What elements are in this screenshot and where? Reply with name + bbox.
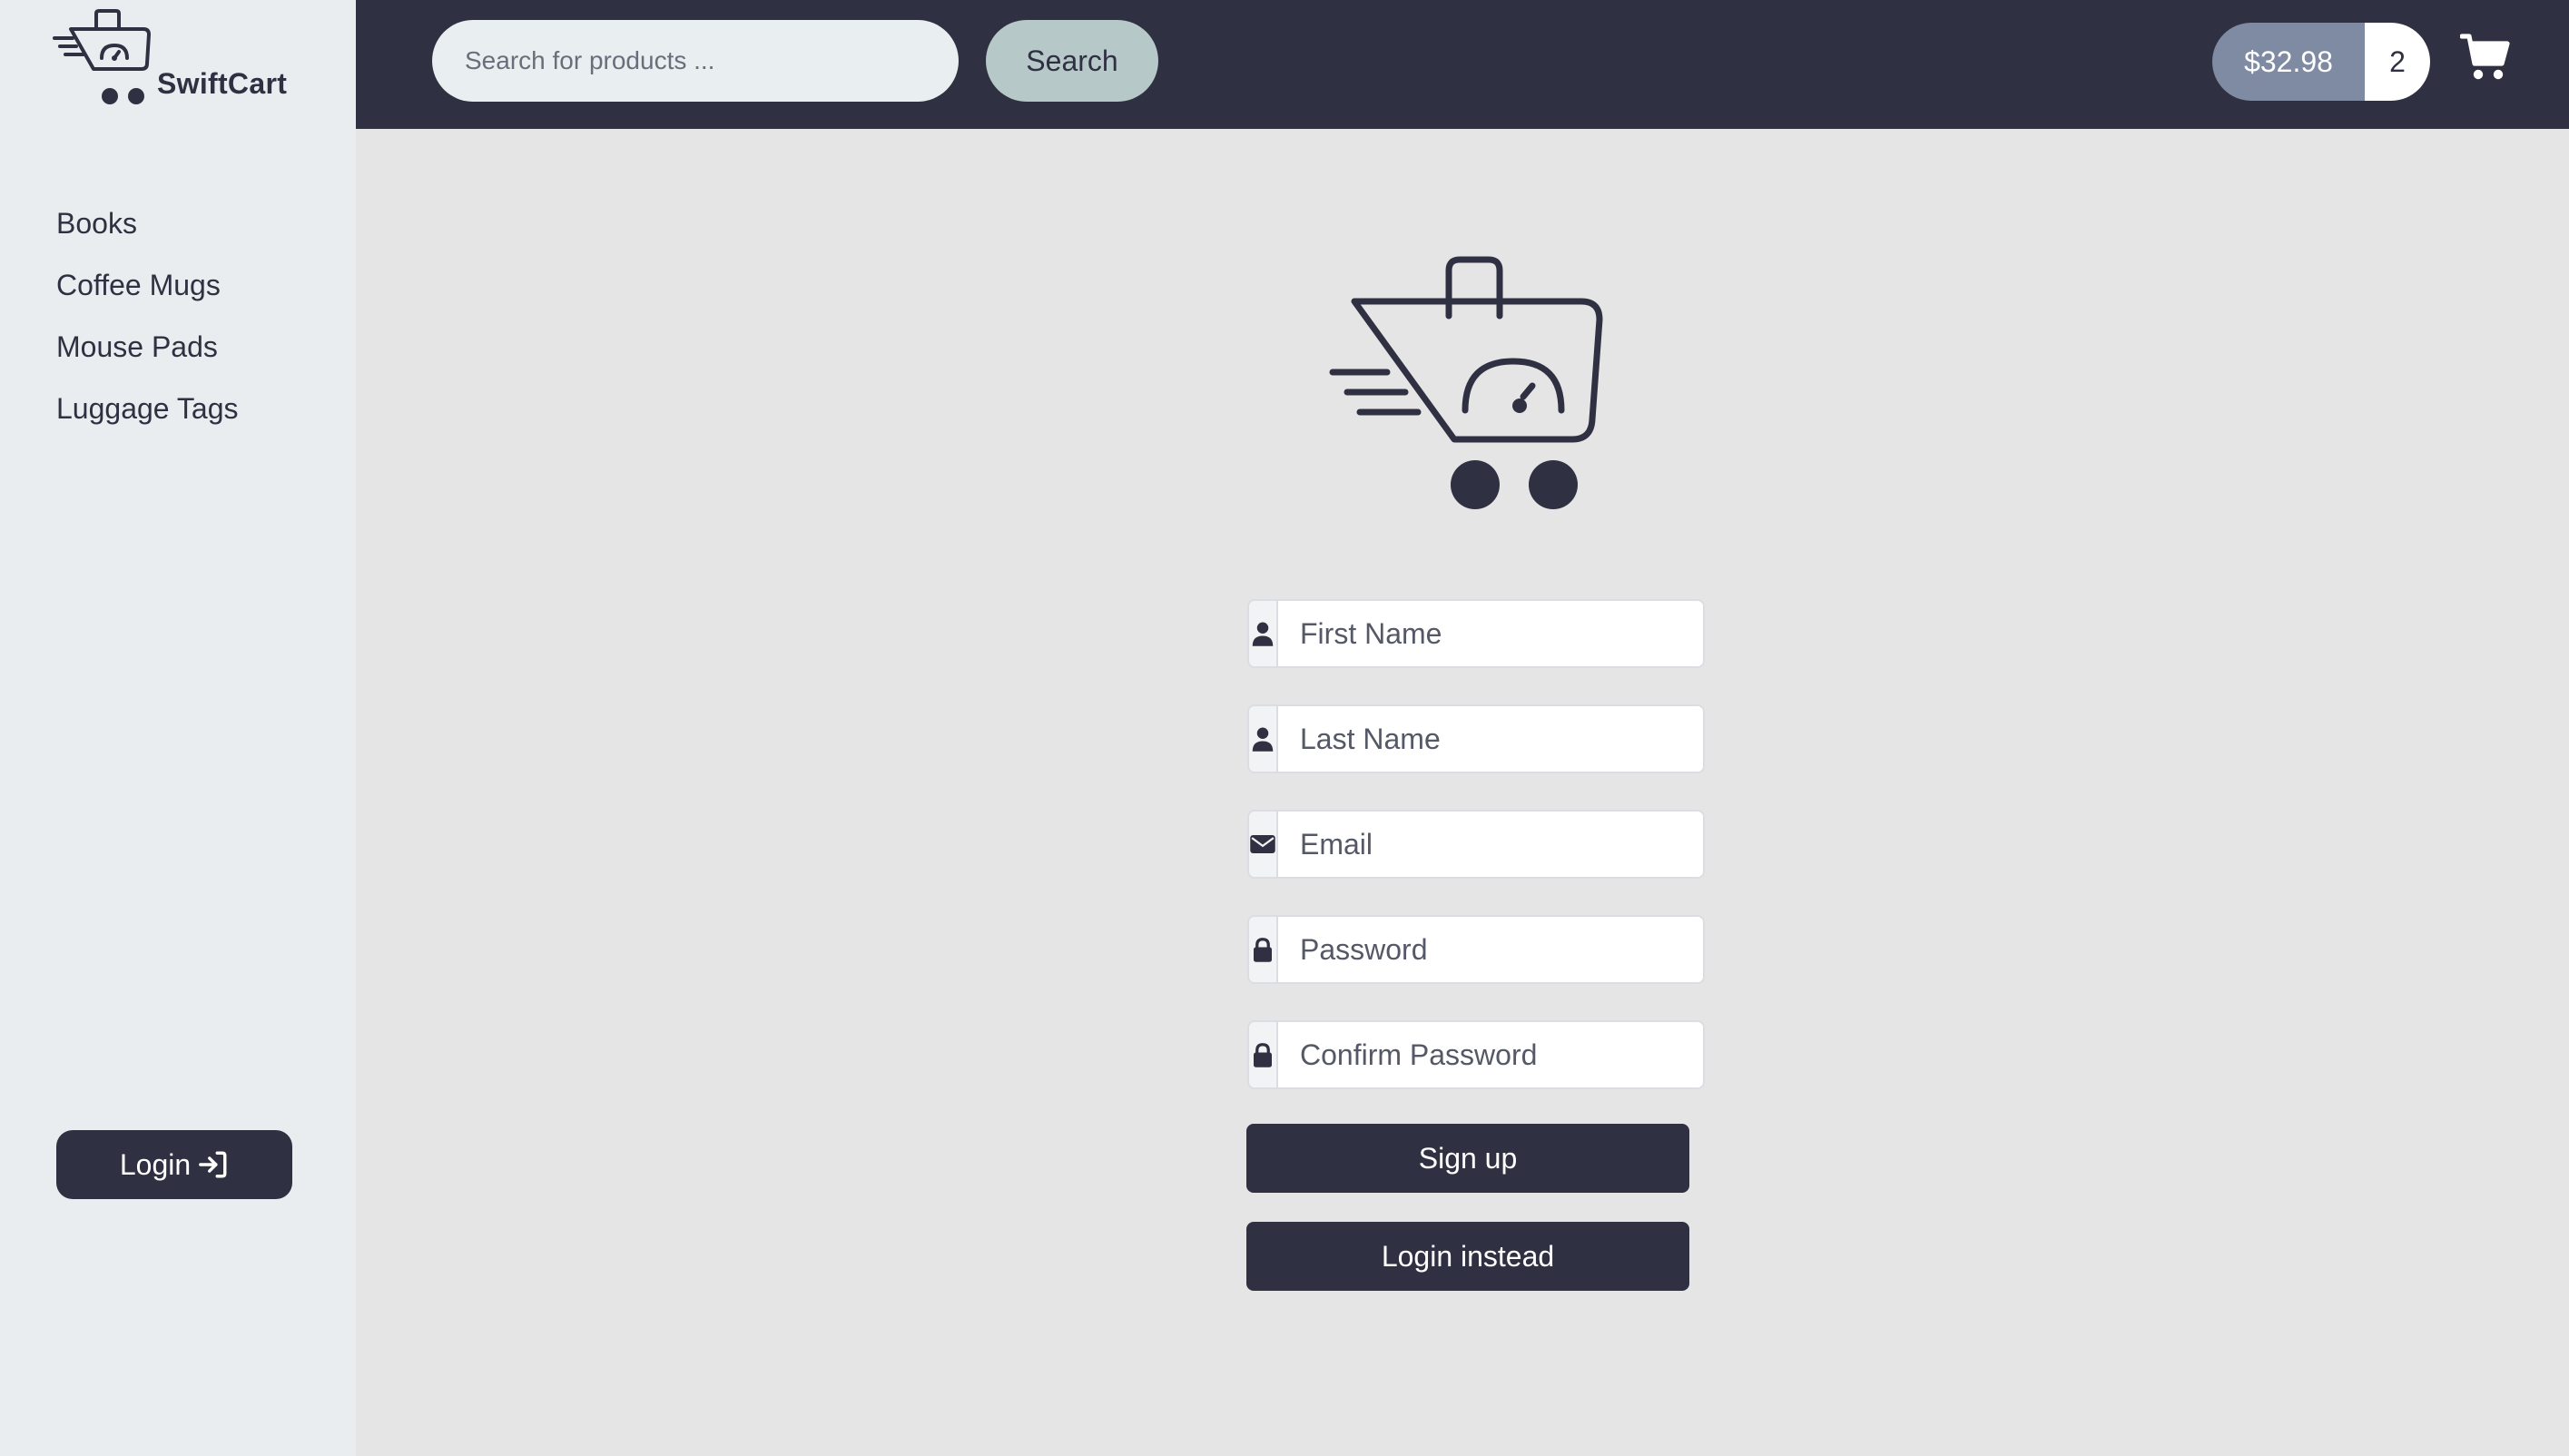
email-input[interactable] xyxy=(1278,810,1705,879)
sidebar-item-luggage-tags[interactable]: Luggage Tags xyxy=(56,387,238,448)
last-name-input[interactable] xyxy=(1278,704,1705,773)
brand-logo[interactable]: SwiftCart xyxy=(53,9,307,113)
lock-icon xyxy=(1247,1020,1278,1089)
email-field-group xyxy=(1247,810,1705,879)
hero-cart-logo-icon xyxy=(1329,256,1603,509)
sidebar-login-label: Login xyxy=(119,1147,192,1181)
top-bar: Search $32.98 2 xyxy=(356,0,2569,129)
sidebar-item-mouse-pads[interactable]: Mouse Pads xyxy=(56,325,238,387)
password-input[interactable] xyxy=(1278,915,1705,984)
last-name-field-group xyxy=(1247,704,1705,773)
first-name-input[interactable] xyxy=(1278,599,1705,668)
cart-total: $32.98 xyxy=(2212,23,2365,101)
app: SwiftCart Books Coffee Mugs Mouse Pads L… xyxy=(0,0,2569,1456)
envelope-icon xyxy=(1247,810,1278,879)
first-name-field-group xyxy=(1247,599,1705,668)
user-icon xyxy=(1247,599,1278,668)
user-icon xyxy=(1247,704,1278,773)
signup-button[interactable]: Sign up xyxy=(1246,1124,1689,1193)
cart-logo-icon xyxy=(53,9,151,104)
shopping-cart-icon[interactable] xyxy=(2460,33,2511,82)
search-input[interactable] xyxy=(432,20,959,102)
sidebar-item-coffee-mugs[interactable]: Coffee Mugs xyxy=(56,263,238,325)
lock-icon xyxy=(1247,915,1278,984)
brand-name: SwiftCart xyxy=(157,67,288,100)
confirm-password-input[interactable] xyxy=(1278,1020,1705,1089)
sidebar-item-books[interactable]: Books xyxy=(56,202,238,263)
arrow-right-to-bracket-icon xyxy=(199,1151,227,1178)
cart-summary[interactable]: $32.98 2 xyxy=(2212,23,2430,101)
search-button[interactable]: Search xyxy=(986,20,1158,102)
cart-count-badge: 2 xyxy=(2365,23,2430,101)
confirm-password-field-group xyxy=(1247,1020,1705,1089)
login-instead-button[interactable]: Login instead xyxy=(1246,1222,1689,1291)
category-nav: Books Coffee Mugs Mouse Pads Luggage Tag… xyxy=(56,202,238,448)
password-field-group xyxy=(1247,915,1705,984)
sidebar-login-button[interactable]: Login xyxy=(56,1130,292,1199)
sidebar: SwiftCart Books Coffee Mugs Mouse Pads L… xyxy=(0,0,356,1456)
